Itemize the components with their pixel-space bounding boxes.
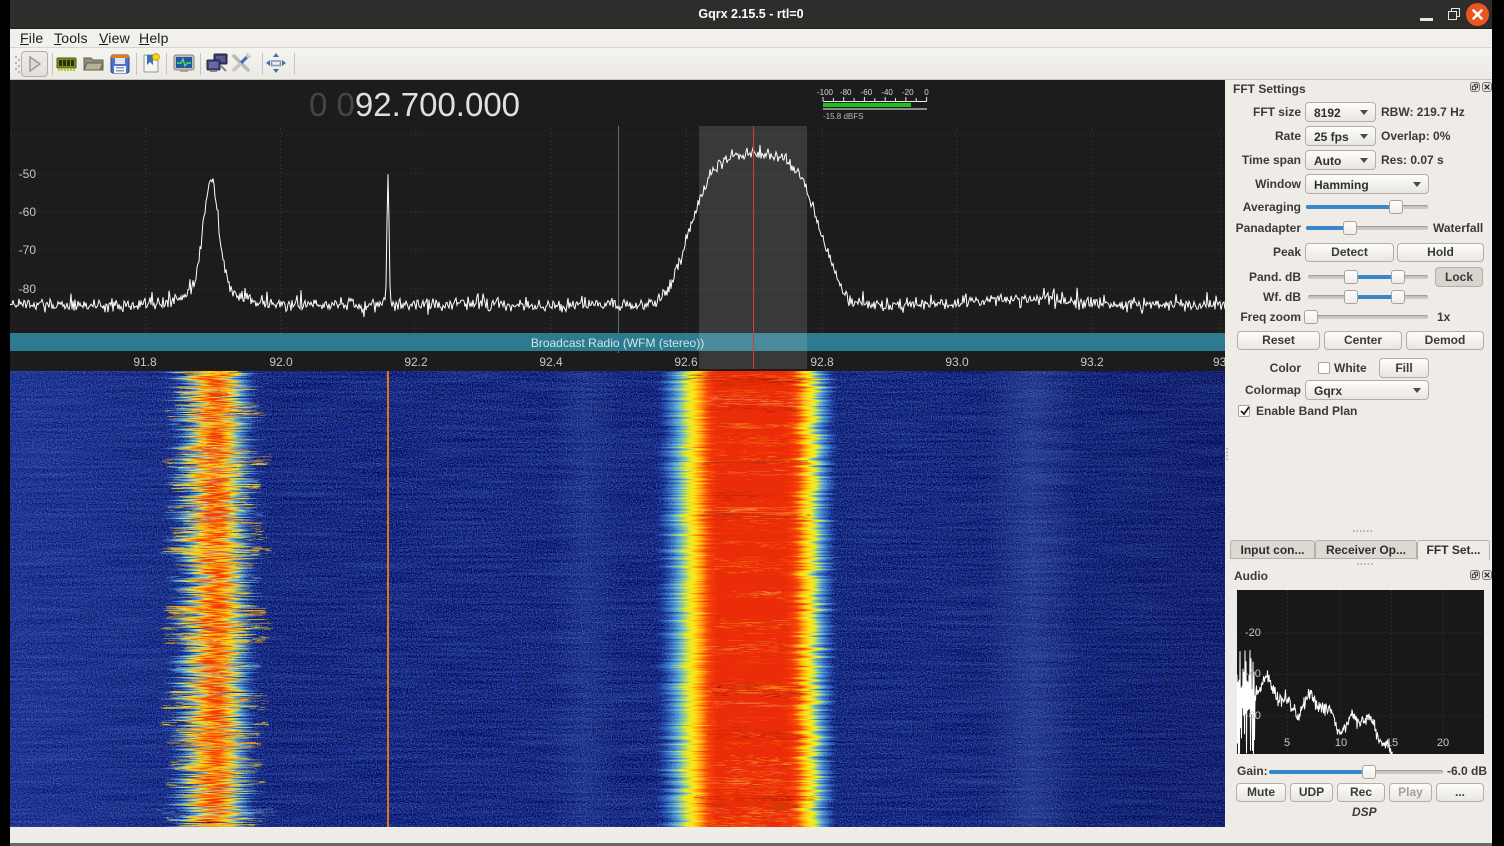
svg-text:-40: -40 bbox=[881, 88, 893, 97]
svg-text:0: 0 bbox=[924, 88, 929, 97]
svg-text:-80: -80 bbox=[840, 88, 852, 97]
svg-text:-60: -60 bbox=[861, 88, 873, 97]
svg-text:-100: -100 bbox=[817, 88, 834, 97]
svg-text:-20: -20 bbox=[902, 88, 914, 97]
svg-text:-15.8 dBFS: -15.8 dBFS bbox=[823, 112, 863, 121]
